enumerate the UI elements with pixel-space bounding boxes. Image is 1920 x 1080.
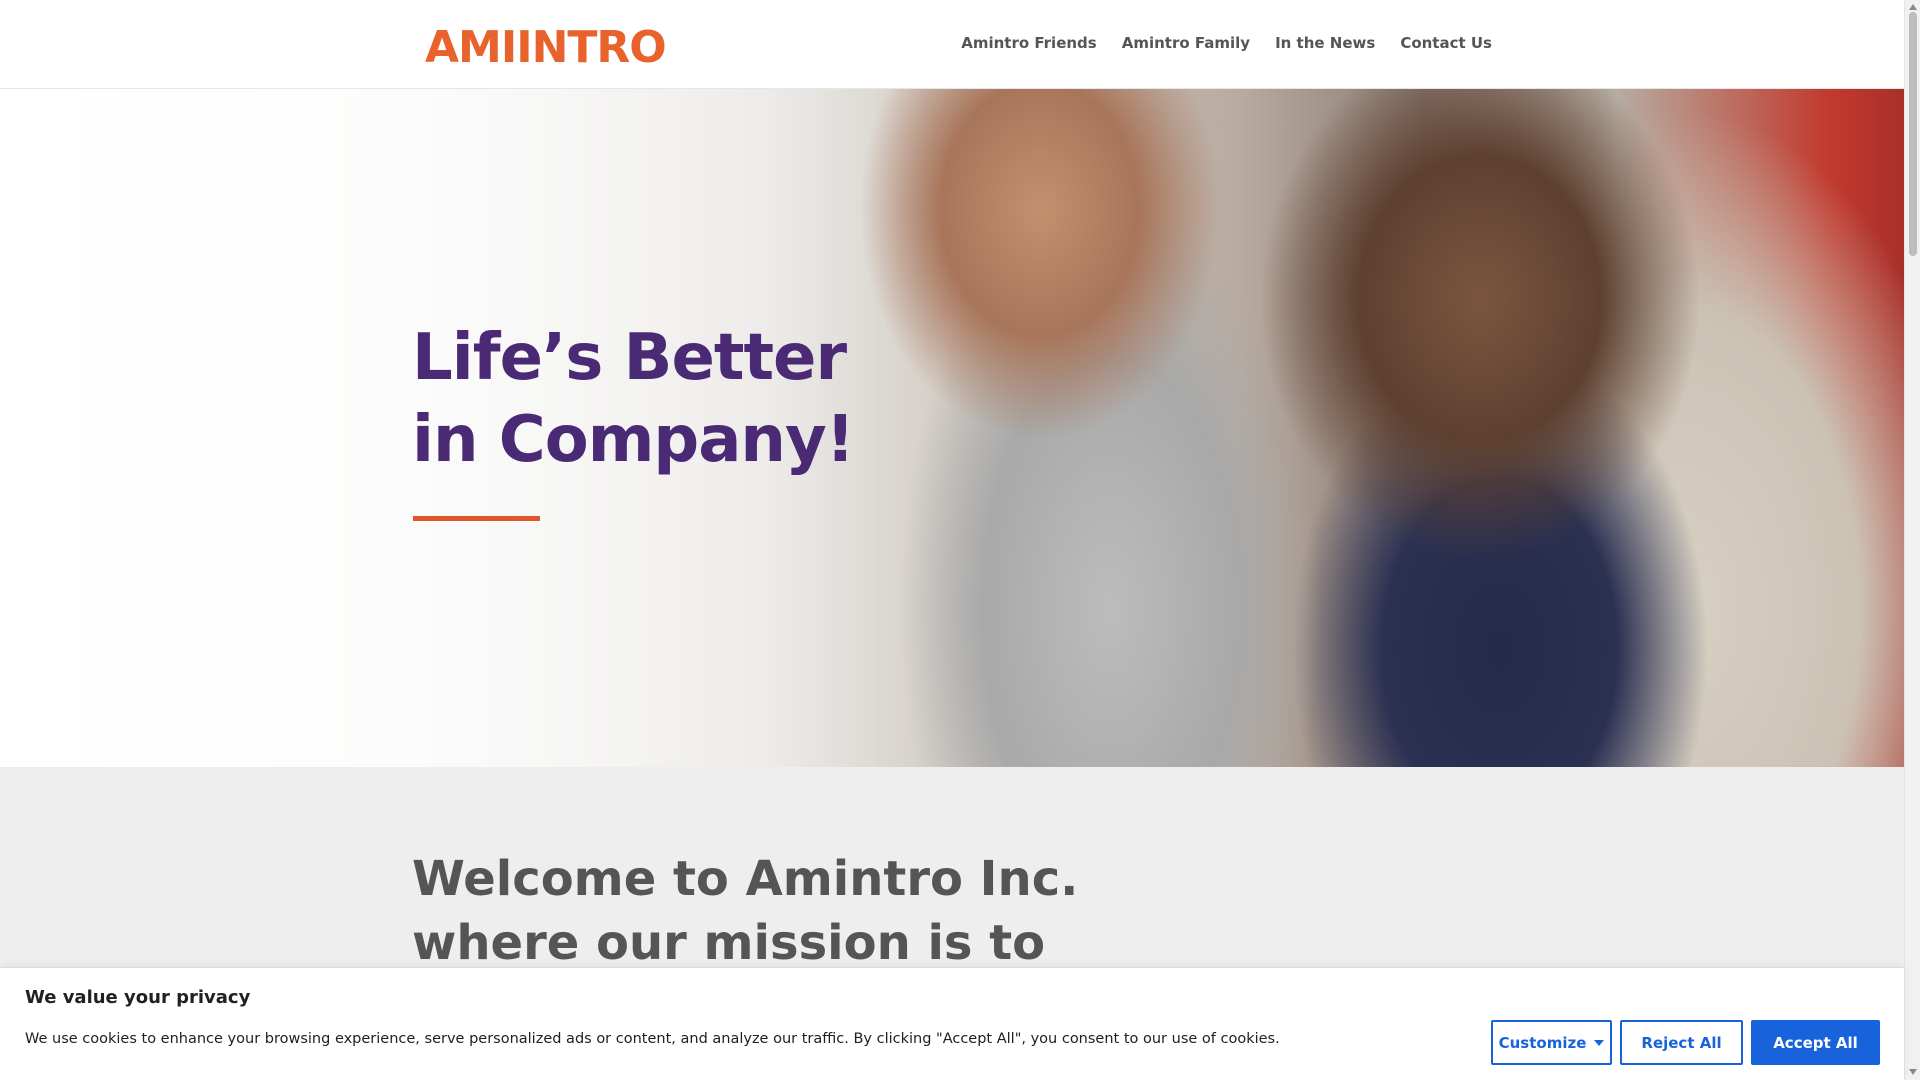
hero-title-line2: in Company!	[412, 403, 855, 477]
hero-banner: Life’s Better in Company!	[0, 89, 1904, 767]
reject-all-button[interactable]: Reject All	[1620, 1020, 1743, 1065]
nav-contact-us[interactable]: Contact Us	[1400, 34, 1492, 52]
customize-button[interactable]: Customize	[1491, 1020, 1612, 1065]
hero-title: Life’s Better in Company!	[412, 317, 855, 481]
customize-button-label: Customize	[1498, 1033, 1587, 1052]
accept-all-button[interactable]: Accept All	[1751, 1020, 1880, 1065]
scroll-up-arrow-icon[interactable]	[1909, 4, 1917, 10]
cookie-banner: We value your privacy We use cookies to …	[0, 967, 1904, 1080]
scroll-down-arrow-icon[interactable]	[1909, 1069, 1917, 1075]
logo-text: AMIINTRO	[425, 22, 667, 73]
main-nav: Amintro Friends Amintro Family In the Ne…	[961, 34, 1492, 52]
nav-amintro-family[interactable]: Amintro Family	[1122, 34, 1250, 52]
nav-amintro-friends[interactable]: Amintro Friends	[961, 34, 1097, 52]
site-header: AMIINTRO Amintro Friends Amintro Family …	[0, 0, 1904, 89]
hero-title-line1: Life’s Better	[412, 321, 847, 395]
scrollbar[interactable]	[1904, 0, 1920, 1080]
scrollbar-thumb[interactable]	[1909, 12, 1917, 256]
cookie-banner-text: We use cookies to enhance your browsing …	[25, 1031, 1280, 1047]
hero-divider	[413, 516, 540, 521]
logo[interactable]: AMIINTRO	[425, 20, 667, 73]
caret-down-icon	[1594, 1039, 1605, 1046]
cookie-banner-title: We value your privacy	[25, 987, 251, 1008]
nav-in-the-news[interactable]: In the News	[1275, 34, 1375, 52]
